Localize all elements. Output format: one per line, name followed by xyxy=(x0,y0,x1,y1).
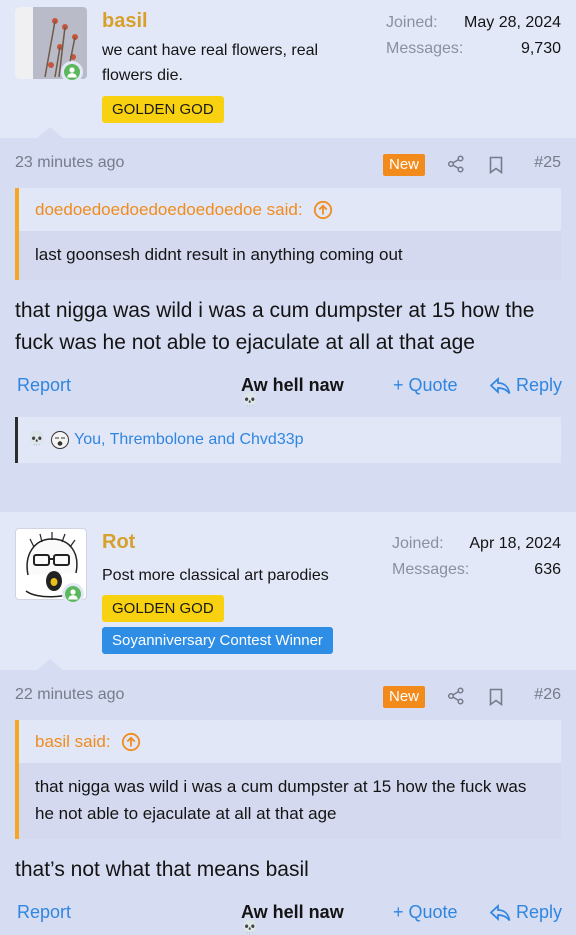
new-badge: New xyxy=(383,686,426,708)
share-icon[interactable] xyxy=(447,155,465,178)
expand-quote-icon[interactable] xyxy=(313,200,333,220)
post-meta: 23 minutes ago New #25 xyxy=(0,138,576,188)
skull-icon: 💀 xyxy=(241,918,259,934)
user-stats: Joined: May 28, 2024 Messages: 9,730 xyxy=(386,10,561,62)
joined-date: May 28, 2024 xyxy=(464,14,561,31)
online-user-icon xyxy=(62,583,84,605)
reply-label: Reply xyxy=(516,375,563,395)
quote-button[interactable]: + Quote xyxy=(393,375,458,396)
post-timestamp[interactable]: 23 minutes ago xyxy=(15,154,124,172)
report-button[interactable]: Report xyxy=(17,902,71,923)
post-timestamp[interactable]: 22 minutes ago xyxy=(15,686,124,704)
messages-count: 636 xyxy=(534,561,561,578)
quote-attribution[interactable]: doedoedoedoedoedoedoedoe said: xyxy=(19,188,561,231)
bookmark-icon[interactable] xyxy=(489,156,503,179)
reply-arrow-icon xyxy=(489,903,511,921)
soyjak-reaction-icon xyxy=(51,431,69,449)
user-stats: Joined: Apr 18, 2024 Messages: 636 xyxy=(392,531,561,583)
post-message: that’s not what that means basil xyxy=(15,858,309,881)
messages-label: Messages: xyxy=(386,40,464,57)
post-meta: 22 minutes ago New #26 xyxy=(0,670,576,720)
share-icon[interactable] xyxy=(447,687,465,710)
quote-text: that nigga was wild i was a cum dumpster… xyxy=(19,763,561,839)
skull-icon: 💀 xyxy=(241,391,259,407)
username[interactable]: Rot xyxy=(102,531,135,554)
joined-label: Joined: xyxy=(392,535,444,552)
bookmark-icon[interactable] xyxy=(489,688,503,711)
quote-text: last goonsesh didnt result in anything c… xyxy=(19,231,561,280)
reply-button[interactable]: Reply xyxy=(489,375,562,396)
quote-button[interactable]: + Quote xyxy=(393,902,458,923)
user-header: Rot Post more classical art parodies GOL… xyxy=(0,512,576,671)
user-title: Post more classical art parodies xyxy=(102,567,329,584)
post-actions: Report 💀 Aw hell naw + Quote Reply xyxy=(0,359,576,417)
quote-attribution[interactable]: basil said: xyxy=(19,720,561,763)
username[interactable]: basil xyxy=(102,10,148,33)
post-actions: Report 💀 Aw hell naw + Quote Reply xyxy=(0,886,576,934)
reply-button[interactable]: Reply xyxy=(489,902,562,923)
joined-label: Joined: xyxy=(386,14,438,31)
post-26: Rot Post more classical art parodies GOL… xyxy=(0,512,576,934)
messages-label: Messages: xyxy=(392,561,470,578)
rank-badge: GOLDEN GOD xyxy=(102,96,224,123)
reply-arrow-icon xyxy=(489,376,511,394)
report-button[interactable]: Report xyxy=(17,375,71,396)
reaction-button[interactable]: 💀 Aw hell naw xyxy=(241,375,344,407)
quote-author[interactable]: doedoedoedoedoedoedoedoe said: xyxy=(35,200,303,220)
post-number[interactable]: #26 xyxy=(534,686,561,704)
rank-badge: GOLDEN GOD xyxy=(102,595,224,622)
skull-icon: 💀 xyxy=(28,430,46,446)
quote-author[interactable]: basil said: xyxy=(35,732,111,752)
user-header: basil we cant have real flowers, real fl… xyxy=(0,0,576,139)
post-number[interactable]: #25 xyxy=(534,154,561,172)
award-badge: Soyanniversary Contest Winner xyxy=(102,627,333,654)
reaction-button[interactable]: 💀 Aw hell naw xyxy=(241,902,344,934)
quote-block: doedoedoedoedoedoedoedoe said: last goon… xyxy=(15,188,561,280)
reactors-list[interactable]: You, Thrembolone and Chvd33p xyxy=(74,431,304,449)
user-title: we cant have real flowers, real flowers … xyxy=(102,42,319,84)
quote-block: basil said: that nigga was wild i was a … xyxy=(15,720,561,839)
reaction-summary[interactable]: 💀 You, Thrembolone and Chvd33p xyxy=(15,417,561,463)
post-message: that nigga was wild i was a cum dumpster… xyxy=(15,299,535,354)
expand-quote-icon[interactable] xyxy=(121,732,141,752)
reply-label: Reply xyxy=(516,902,563,922)
messages-count: 9,730 xyxy=(520,40,561,57)
joined-date: Apr 18, 2024 xyxy=(469,535,561,552)
post-25: basil we cant have real flowers, real fl… xyxy=(0,0,576,463)
new-badge: New xyxy=(383,154,426,176)
online-user-icon xyxy=(61,61,83,83)
